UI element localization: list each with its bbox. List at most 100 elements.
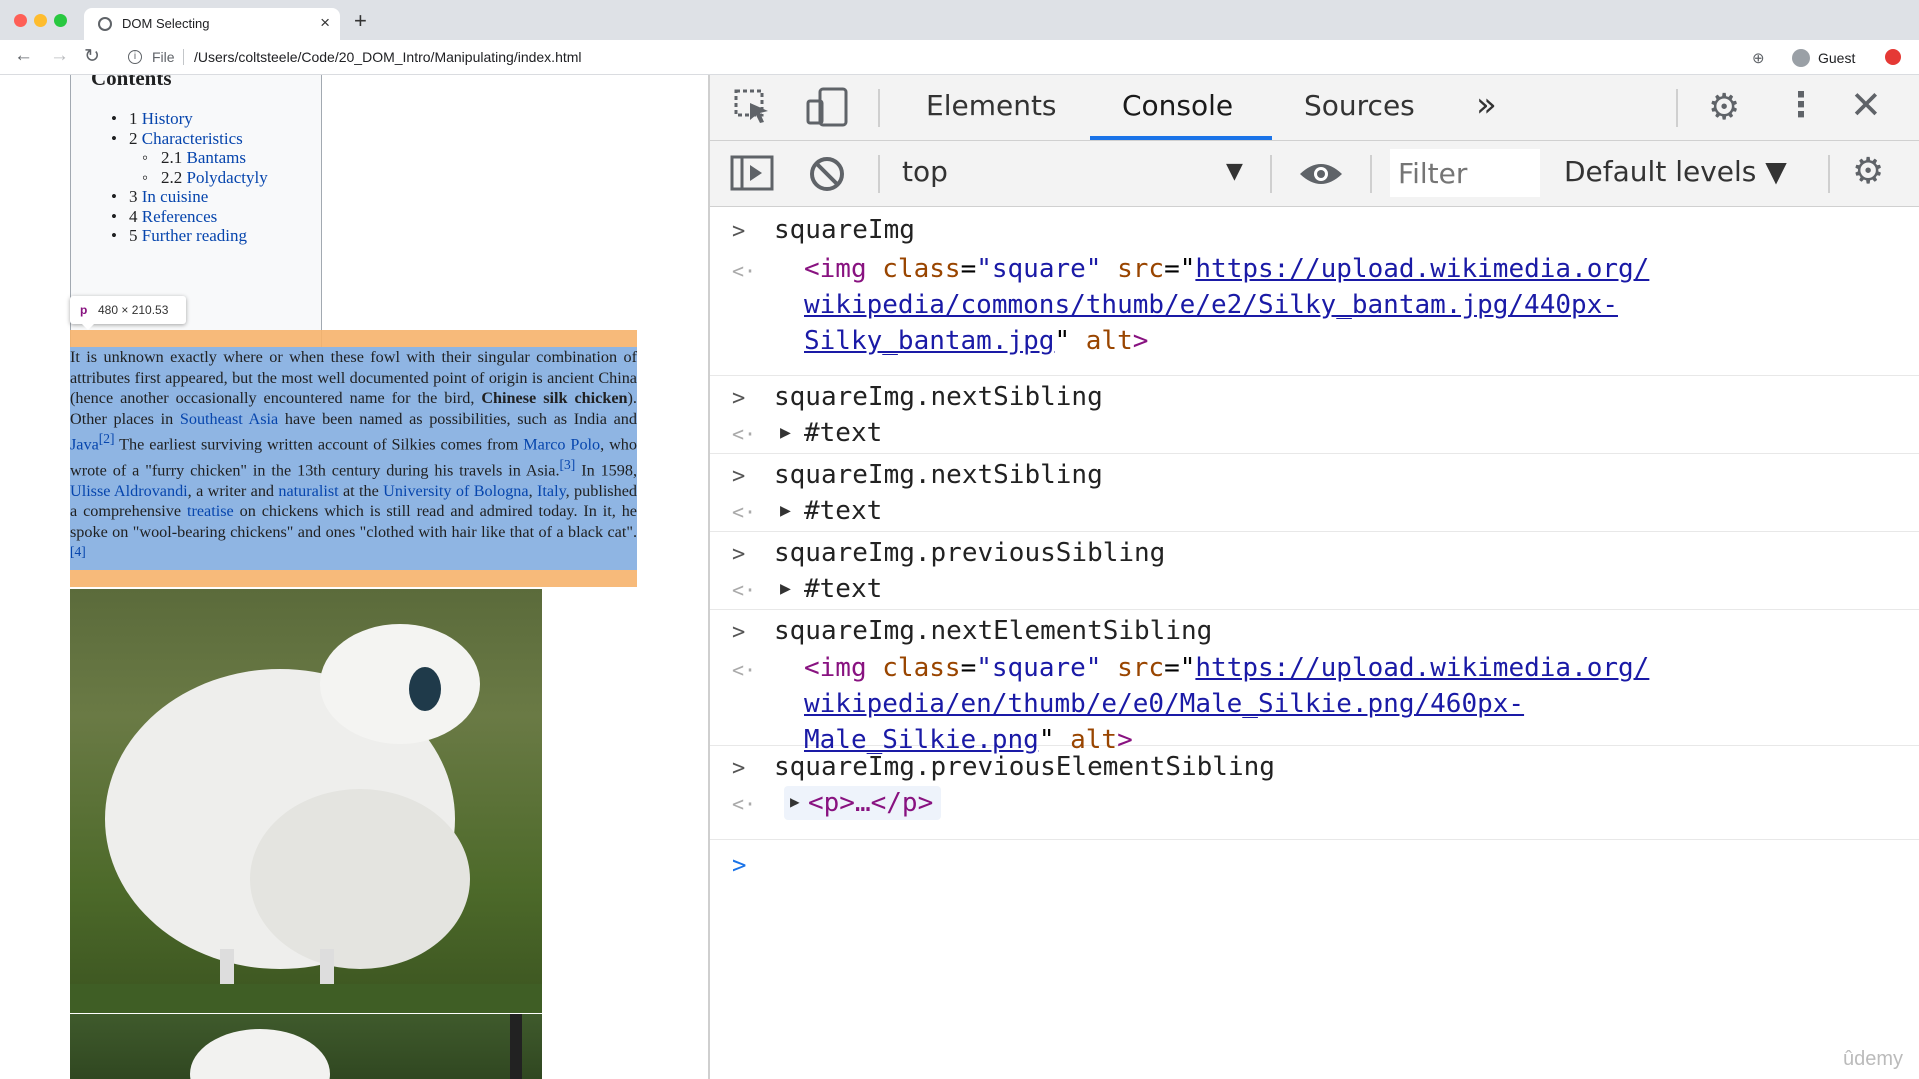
- console-command: squareImg.previousSibling: [774, 538, 1166, 568]
- divider: [183, 49, 184, 65]
- console-result[interactable]: #text: [804, 574, 882, 604]
- filter-input[interactable]: [1390, 149, 1540, 197]
- console-result[interactable]: ▶ <p>…</p>: [784, 786, 942, 820]
- eye-icon[interactable]: [1298, 159, 1344, 193]
- console-input-prompt-icon[interactable]: >: [732, 851, 746, 879]
- link[interactable]: Ulisse Aldrovandi: [70, 482, 188, 500]
- inspect-tooltip: p 480 × 210.53: [70, 296, 186, 324]
- log-levels-dropdown[interactable]: Default levels ▼: [1564, 155, 1787, 188]
- udemy-watermark: ûdemy: [1842, 1048, 1903, 1070]
- browser-tab[interactable]: DOM Selecting ×: [84, 8, 340, 40]
- inspect-element-icon[interactable]: [734, 89, 772, 129]
- citation[interactable]: [4]: [70, 544, 86, 559]
- expand-triangle-icon[interactable]: ▶: [780, 422, 791, 443]
- more-options-icon[interactable]: ⋮: [1784, 85, 1818, 125]
- device-toolbar-icon[interactable]: [806, 87, 850, 131]
- console-entry: > squareImg.previousElementSibling <· ▶ …: [710, 746, 1919, 840]
- console-result: <img class="square" src="https://upload.…: [804, 653, 1650, 755]
- divider: [1370, 155, 1372, 193]
- citation[interactable]: [3]: [560, 457, 576, 472]
- close-icon[interactable]: ✕: [1850, 83, 1882, 127]
- link[interactable]: Italy: [537, 482, 566, 500]
- toc-link[interactable]: Further reading: [142, 226, 247, 245]
- zoom-icon[interactable]: ⊕: [1752, 49, 1765, 67]
- console-result[interactable]: #text: [804, 418, 882, 448]
- toc-link[interactable]: In cuisine: [142, 187, 209, 206]
- src-link[interactable]: https://upload.wikimedia.org/: [1195, 254, 1649, 284]
- expand-triangle-icon[interactable]: ▶: [790, 792, 800, 811]
- tab-console[interactable]: Console: [1122, 89, 1233, 122]
- context-selector[interactable]: top: [902, 155, 948, 188]
- input-prompt-icon: >: [732, 620, 746, 645]
- inspect-dimensions: 480 × 210.53: [98, 303, 169, 317]
- url-scheme-label: File: [152, 49, 175, 65]
- tab-sources[interactable]: Sources: [1304, 89, 1415, 122]
- new-tab-button[interactable]: +: [354, 8, 367, 34]
- extension-icon[interactable]: [1885, 49, 1901, 65]
- input-prompt-icon: >: [732, 386, 746, 411]
- toc-item: 3 In cuisine: [111, 187, 268, 207]
- toc-item: 2.1 Bantams: [111, 148, 268, 168]
- src-link[interactable]: wikipedia/en/thumb/e/e0/Male_Silkie.png/…: [804, 689, 1524, 719]
- result-arrow-icon: <·: [732, 259, 757, 283]
- info-icon[interactable]: i: [128, 50, 142, 64]
- forward-button[interactable]: →: [50, 45, 69, 67]
- avatar: [1792, 49, 1810, 67]
- result-arrow-icon: <·: [732, 578, 757, 602]
- link[interactable]: Java: [70, 435, 99, 453]
- input-prompt-icon: >: [732, 464, 746, 489]
- divider: [878, 89, 880, 127]
- inspect-tag: p: [80, 303, 88, 317]
- maximize-window-button[interactable]: [54, 14, 67, 27]
- minimize-window-button[interactable]: [34, 14, 47, 27]
- close-tab-icon[interactable]: ×: [320, 13, 330, 33]
- console-result[interactable]: #text: [804, 496, 882, 526]
- chevron-down-icon[interactable]: ▼: [1226, 159, 1243, 184]
- link[interactable]: Marco Polo: [523, 435, 600, 453]
- src-link[interactable]: Silky_bantam.jpg: [804, 326, 1054, 356]
- result-arrow-icon: <·: [732, 422, 757, 446]
- console-settings-icon[interactable]: ⚙: [1852, 151, 1884, 192]
- page-viewport: Contents 1 History 2 Characteristics 2.1…: [0, 75, 708, 1079]
- sidebar-toggle-icon[interactable]: [730, 155, 774, 195]
- expand-triangle-icon[interactable]: ▶: [780, 578, 791, 599]
- tab-title: DOM Selecting: [122, 16, 210, 31]
- divider: [878, 155, 880, 193]
- console-command: squareImg: [774, 215, 915, 245]
- toc-link[interactable]: Characteristics: [142, 129, 243, 148]
- expand-triangle-icon[interactable]: ▶: [780, 500, 791, 521]
- link[interactable]: University of Bologna: [383, 482, 528, 500]
- console-entry: > squareImg.nextSibling <· ▶ #text: [710, 454, 1919, 532]
- link[interactable]: naturalist: [278, 482, 338, 500]
- toc-link[interactable]: History: [142, 109, 193, 128]
- citation[interactable]: [2]: [99, 431, 115, 446]
- back-button[interactable]: ←: [14, 45, 33, 67]
- result-arrow-icon: <·: [732, 658, 757, 682]
- reload-button[interactable]: ↻: [84, 45, 100, 68]
- gear-icon[interactable]: ⚙: [1708, 87, 1740, 128]
- console-toolbar: top ▼ Default levels ▼ ⚙: [710, 141, 1919, 207]
- src-link[interactable]: wikipedia/commons/thumb/e/e2/Silky_banta…: [804, 290, 1618, 320]
- link[interactable]: Southeast Asia: [180, 410, 278, 428]
- divider: [1676, 89, 1678, 127]
- close-window-button[interactable]: [14, 14, 27, 27]
- url-field[interactable]: /Users/coltsteele/Code/20_DOM_Intro/Mani…: [194, 49, 582, 65]
- history-paragraph: It is unknown exactly where or when thes…: [70, 348, 638, 560]
- console-command: squareImg.nextSibling: [774, 382, 1103, 412]
- clear-console-icon[interactable]: [808, 155, 846, 197]
- divider: [1270, 155, 1272, 193]
- src-link[interactable]: https://upload.wikimedia.org/: [1195, 653, 1649, 683]
- toc-link[interactable]: References: [142, 207, 218, 226]
- tab-elements[interactable]: Elements: [926, 89, 1057, 122]
- input-prompt-icon: >: [732, 219, 746, 244]
- more-tabs-icon[interactable]: »: [1476, 85, 1497, 125]
- toc-link[interactable]: Polydactyly: [187, 168, 268, 187]
- result-arrow-icon: <·: [732, 792, 757, 816]
- silkie-bantam-image: [70, 589, 542, 1013]
- link[interactable]: treatise: [187, 502, 234, 520]
- console-command: squareImg.previousElementSibling: [774, 752, 1275, 782]
- toc-link[interactable]: Bantams: [187, 148, 247, 167]
- devtools-panel: Elements Console Sources » ⚙ ⋮ ✕ top ▼ D…: [708, 75, 1919, 1079]
- console-command: squareImg.nextSibling: [774, 460, 1103, 490]
- divider: [1828, 155, 1830, 193]
